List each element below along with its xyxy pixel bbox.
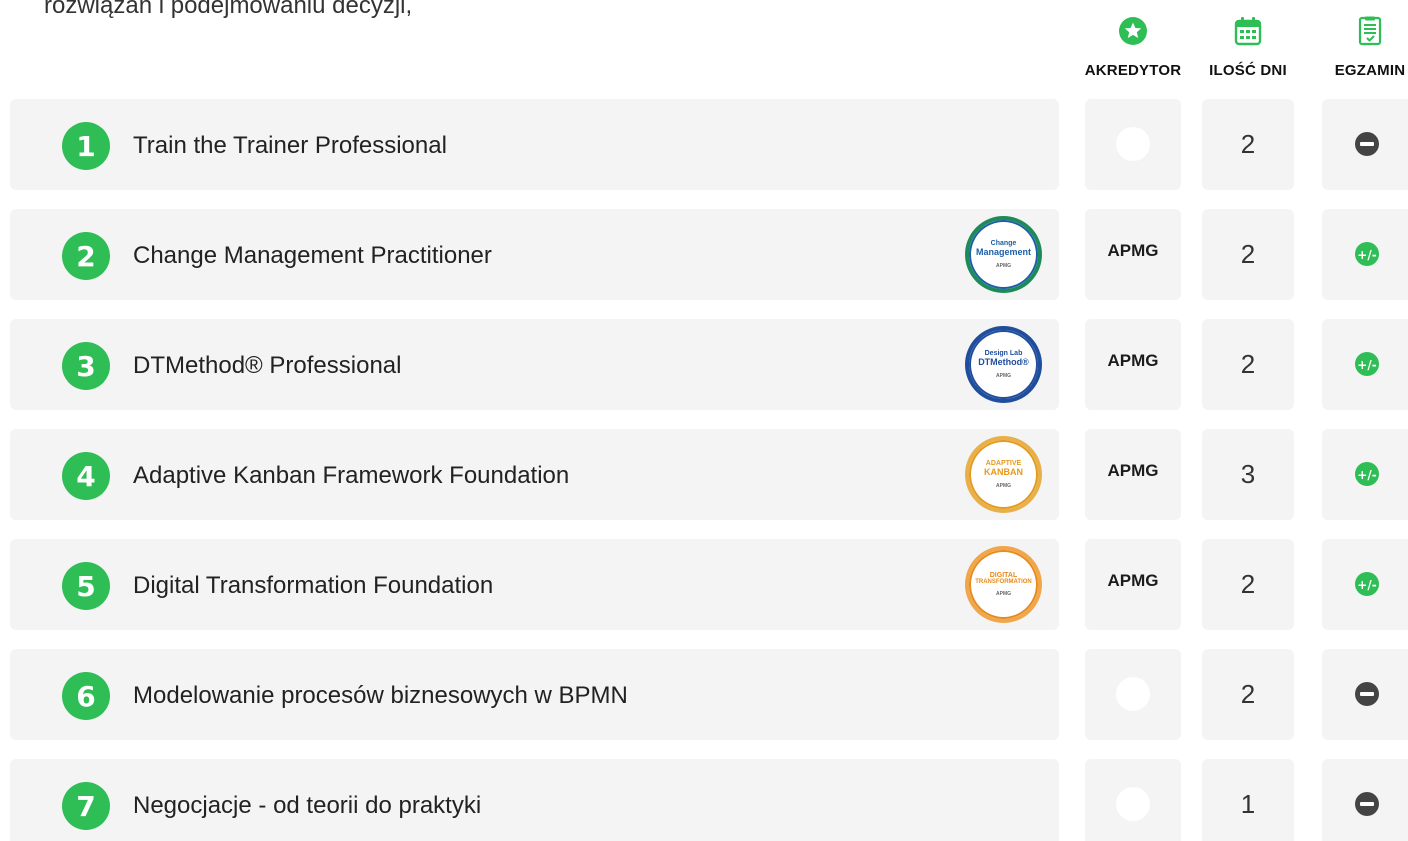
days-value: 2 (1240, 569, 1256, 599)
course-row[interactable]: 2 Change Management Practitioner Change Man… (0, 209, 1408, 300)
course-row[interactable]: 4 Adaptive Kanban Framework Foundation ADA… (0, 429, 1408, 520)
akredytor-value: APMG (1107, 461, 1159, 480)
exam-cell: +/- (1322, 429, 1408, 520)
days-value: 2 (1240, 239, 1256, 269)
akredytor-cell (1085, 759, 1181, 841)
course-card[interactable]: 7 Negocjacje - od teorii do praktyki (10, 759, 1059, 841)
certification-logo-sub: APMG (996, 372, 1011, 379)
exam-cell (1322, 99, 1408, 190)
days-value: 1 (1240, 789, 1256, 819)
course-number-badge: 1 (62, 122, 110, 170)
empty-dot-icon (1116, 127, 1150, 161)
no-exam-icon (1355, 682, 1379, 706)
days-cell: 2 (1202, 649, 1294, 740)
column-header-akredytor: AKREDYTOR (1073, 16, 1193, 79)
exam-cell: +/- (1322, 319, 1408, 410)
optional-exam-icon: +/- (1355, 462, 1379, 486)
akredytor-cell: APMG (1085, 429, 1181, 520)
certification-logo: Design Lab DTMethod® APMG (965, 326, 1042, 403)
certification-logo-line2: DTMethod® (978, 356, 1029, 367)
certification-logo-line2: Management (975, 246, 1031, 257)
akredytor-cell: APMG (1085, 319, 1181, 410)
course-card[interactable]: 5 Digital Transformation Foundation DIGITA… (10, 539, 1059, 630)
certification-logo-line2: TRANSFORMATION (975, 579, 1032, 586)
certification-logo-line2: KANBAN (984, 466, 1023, 477)
course-title[interactable]: Digital Transformation Foundation (133, 572, 493, 600)
course-card[interactable]: 2 Change Management Practitioner Change Man… (10, 209, 1059, 300)
course-row[interactable]: 7 Negocjacje - od teorii do praktyki 1 (0, 759, 1408, 841)
akredytor-value: APMG (1107, 351, 1159, 370)
days-cell: 2 (1202, 99, 1294, 190)
course-title[interactable]: Modelowanie procesów biznesowych w BPMN (133, 682, 628, 710)
egzamin-label: EGZAMIN (1334, 62, 1406, 79)
days-value: 3 (1240, 459, 1256, 489)
course-title[interactable]: Negocjacje - od teorii do praktyki (133, 792, 481, 820)
certification-logo-line1: DIGITAL (989, 571, 1018, 579)
ilosc-dni-label: ILOŚĆ DNI (1209, 62, 1287, 79)
optional-exam-icon: +/- (1355, 572, 1379, 596)
days-value: 2 (1240, 129, 1256, 159)
course-row[interactable]: 6 Modelowanie procesów biznesowych w BPMN… (0, 649, 1408, 740)
no-exam-icon (1355, 792, 1379, 816)
akredytor-cell: APMG (1085, 539, 1181, 630)
no-exam-icon (1355, 132, 1379, 156)
certification-logo: ADAPTIVE KANBAN APMG (965, 436, 1042, 513)
svg-text:+/-: +/- (1357, 248, 1376, 262)
certification-logo-sub: APMG (996, 482, 1011, 489)
intro-text: rozwiązań i podejmowaniu decyzji, (44, 0, 413, 19)
course-title[interactable]: Adaptive Kanban Framework Foundation (133, 462, 569, 490)
course-number-badge: 6 (62, 672, 110, 720)
course-row[interactable]: 1 Train the Trainer Professional 2 (0, 99, 1408, 190)
certification-logo-sub: APMG (996, 262, 1011, 269)
exam-cell (1322, 649, 1408, 740)
days-value: 2 (1240, 349, 1256, 379)
empty-dot-icon (1116, 677, 1150, 711)
course-title[interactable]: Train the Trainer Professional (133, 132, 447, 160)
course-number-badge: 4 (62, 452, 110, 500)
optional-exam-icon: +/- (1355, 352, 1379, 376)
svg-text:+/-: +/- (1357, 578, 1376, 592)
certification-logo: DIGITAL TRANSFORMATION APMG (965, 546, 1042, 623)
course-number-badge: 5 (62, 562, 110, 610)
akredytor-value: APMG (1107, 571, 1159, 590)
course-number-badge: 7 (62, 782, 110, 830)
akredytor-label: AKREDYTOR (1084, 62, 1182, 79)
exam-sheet-icon (1310, 16, 1408, 52)
days-cell: 1 (1202, 759, 1294, 841)
column-header-ilosc-dni: ILOŚĆ DNI (1188, 16, 1308, 79)
akredytor-cell (1085, 99, 1181, 190)
akredytor-cell: APMG (1085, 209, 1181, 300)
days-cell: 2 (1202, 209, 1294, 300)
days-cell: 3 (1202, 429, 1294, 520)
course-card[interactable]: 1 Train the Trainer Professional (10, 99, 1059, 190)
days-cell: 2 (1202, 539, 1294, 630)
course-row[interactable]: 5 Digital Transformation Foundation DIGITA… (0, 539, 1408, 630)
calendar-icon (1188, 16, 1308, 52)
course-number-badge: 3 (62, 342, 110, 390)
course-title[interactable]: DTMethod® Professional (133, 352, 401, 380)
exam-cell (1322, 759, 1408, 841)
column-header-egzamin: EGZAMIN (1310, 16, 1408, 79)
course-card[interactable]: 6 Modelowanie procesów biznesowych w BPMN (10, 649, 1059, 740)
akredytor-value: APMG (1107, 241, 1159, 260)
empty-dot-icon (1116, 787, 1150, 821)
course-number-badge: 2 (62, 232, 110, 280)
course-title[interactable]: Change Management Practitioner (133, 242, 492, 270)
days-value: 2 (1240, 679, 1256, 709)
course-row[interactable]: 3 DTMethod® Professional Design Lab DTMetho… (0, 319, 1408, 410)
certification-logo-sub: APMG (996, 590, 1011, 597)
exam-cell: +/- (1322, 209, 1408, 300)
course-card[interactable]: 3 DTMethod® Professional Design Lab DTMetho… (10, 319, 1059, 410)
optional-exam-icon: +/- (1355, 242, 1379, 266)
certification-logo: Change Management APMG (965, 216, 1042, 293)
course-card[interactable]: 4 Adaptive Kanban Framework Foundation ADA… (10, 429, 1059, 520)
svg-text:+/-: +/- (1357, 468, 1376, 482)
star-icon (1073, 16, 1193, 52)
exam-cell: +/- (1322, 539, 1408, 630)
days-cell: 2 (1202, 319, 1294, 410)
svg-text:+/-: +/- (1357, 358, 1376, 372)
akredytor-cell (1085, 649, 1181, 740)
